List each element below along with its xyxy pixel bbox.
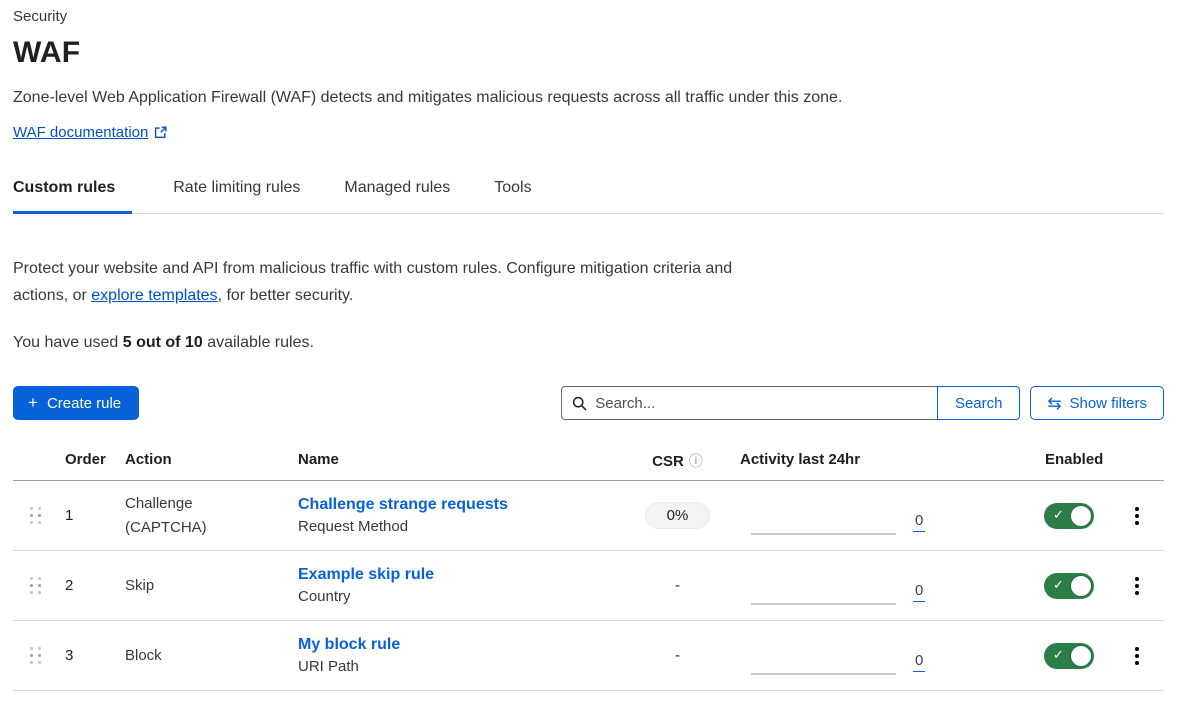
show-filters-button[interactable]: ⇆ Show filters — [1030, 386, 1164, 420]
search-button[interactable]: Search — [937, 386, 1020, 420]
table-row: 1 Challenge (CAPTCHA) Challenge strange … — [13, 481, 1164, 551]
header-csr-label: CSR — [652, 453, 684, 470]
activity-sparkline — [751, 603, 896, 605]
rule-order: 1 — [65, 507, 125, 524]
kebab-menu-button[interactable] — [1131, 503, 1143, 529]
header-action: Action — [125, 451, 298, 468]
activity-sparkline — [751, 533, 896, 535]
rule-action: Skip — [125, 574, 298, 598]
header-activity: Activity last 24hr — [735, 451, 1030, 468]
intro-text: Protect your website and API from malici… — [13, 255, 758, 309]
activity-count-link[interactable]: 0 — [913, 512, 925, 532]
csr-value: - — [675, 647, 680, 664]
drag-handle-icon[interactable] — [30, 577, 41, 594]
rule-action-line1: Block — [125, 644, 298, 668]
activity-cell: 0 — [735, 621, 1030, 690]
rule-field: Country — [298, 588, 620, 605]
search-group: Search — [561, 386, 1020, 420]
usage-prefix: You have used — [13, 334, 123, 351]
enabled-cell: ✓ — [1030, 573, 1110, 599]
table-row: 3 Block My block rule URI Path - 0 ✓ — [13, 621, 1164, 691]
tab-rate-limiting-rules[interactable]: Rate limiting rules — [173, 179, 303, 214]
header-order: Order — [65, 451, 125, 468]
plus-icon: + — [28, 394, 38, 411]
tab-managed-rules[interactable]: Managed rules — [344, 179, 453, 214]
header-enabled: Enabled — [1030, 451, 1110, 468]
usage-count: 5 out of 10 — [123, 334, 203, 351]
drag-handle-icon[interactable] — [30, 647, 41, 664]
header-name: Name — [298, 451, 620, 468]
waf-documentation-link[interactable]: WAF documentation — [13, 124, 167, 141]
activity-sparkline — [751, 673, 896, 675]
breadcrumb: Security — [13, 8, 1164, 25]
toggle-knob — [1070, 645, 1092, 667]
check-icon: ✓ — [1053, 507, 1064, 523]
rules-table: Order Action Name CSR ⓘ Activity last 24… — [13, 451, 1164, 691]
rule-name-link[interactable]: Challenge strange requests — [298, 496, 508, 513]
check-icon: ✓ — [1053, 577, 1064, 593]
tab-custom-rules[interactable]: Custom rules — [13, 179, 132, 214]
table-row: 2 Skip Example skip rule Country - 0 ✓ — [13, 551, 1164, 621]
drag-handle-icon[interactable] — [30, 507, 41, 524]
page-description: Zone-level Web Application Firewall (WAF… — [13, 89, 1164, 107]
toggle-knob — [1070, 575, 1092, 597]
rule-order: 2 — [65, 577, 125, 594]
csr-value: 0% — [645, 502, 711, 529]
toolbar: + Create rule Search ⇆ Show filters — [13, 386, 1164, 420]
activity-count-link[interactable]: 0 — [913, 582, 925, 602]
csr-value: - — [675, 577, 680, 594]
search-icon — [572, 396, 587, 411]
rule-field: Request Method — [298, 518, 620, 535]
rule-name-cell: Example skip rule Country — [298, 566, 620, 605]
toggle-knob — [1070, 505, 1092, 527]
intro-after: , for better security. — [218, 287, 354, 304]
enabled-toggle[interactable]: ✓ — [1044, 573, 1094, 599]
rule-name-link[interactable]: Example skip rule — [298, 566, 434, 583]
doc-link-label: WAF documentation — [13, 124, 148, 141]
rule-name-cell: Challenge strange requests Request Metho… — [298, 496, 620, 535]
enabled-cell: ✓ — [1030, 503, 1110, 529]
activity-cell: 0 — [735, 481, 1030, 550]
rule-action-line1: Challenge — [125, 492, 298, 516]
usage-suffix: available rules. — [203, 334, 314, 351]
csr-info-icon[interactable]: ⓘ — [689, 451, 703, 471]
usage-text: You have used 5 out of 10 available rule… — [13, 334, 1164, 352]
explore-templates-link[interactable]: explore templates — [91, 287, 217, 304]
tab-tools[interactable]: Tools — [494, 179, 534, 214]
tab-bar: Custom rules Rate limiting rules Managed… — [13, 179, 1164, 214]
enabled-toggle[interactable]: ✓ — [1044, 643, 1094, 669]
waf-page: Security WAF Zone-level Web Application … — [0, 0, 1177, 691]
csr-badge: 0% — [645, 502, 711, 529]
check-icon: ✓ — [1053, 647, 1064, 663]
create-rule-button[interactable]: + Create rule — [13, 386, 139, 420]
create-rule-label: Create rule — [47, 395, 121, 412]
rule-action-line1: Skip — [125, 574, 298, 598]
rule-action: Block — [125, 644, 298, 668]
enabled-toggle[interactable]: ✓ — [1044, 503, 1094, 529]
activity-cell: 0 — [735, 551, 1030, 620]
rule-action-line2: (CAPTCHA) — [125, 516, 298, 540]
rule-order: 3 — [65, 647, 125, 664]
search-input[interactable] — [595, 395, 927, 412]
search-box — [561, 386, 938, 420]
enabled-cell: ✓ — [1030, 643, 1110, 669]
kebab-menu-button[interactable] — [1131, 643, 1143, 669]
page-title: WAF — [13, 36, 1164, 70]
show-filters-label: Show filters — [1069, 395, 1147, 412]
rule-name-cell: My block rule URI Path — [298, 636, 620, 675]
table-header-row: Order Action Name CSR ⓘ Activity last 24… — [13, 451, 1164, 481]
activity-count-link[interactable]: 0 — [913, 652, 925, 672]
header-csr: CSR ⓘ — [652, 451, 703, 471]
rule-field: URI Path — [298, 658, 620, 675]
kebab-menu-button[interactable] — [1131, 573, 1143, 599]
external-link-icon — [154, 126, 167, 139]
filters-arrows-icon: ⇆ — [1047, 395, 1061, 412]
rule-name-link[interactable]: My block rule — [298, 636, 400, 653]
rule-action: Challenge (CAPTCHA) — [125, 492, 298, 540]
